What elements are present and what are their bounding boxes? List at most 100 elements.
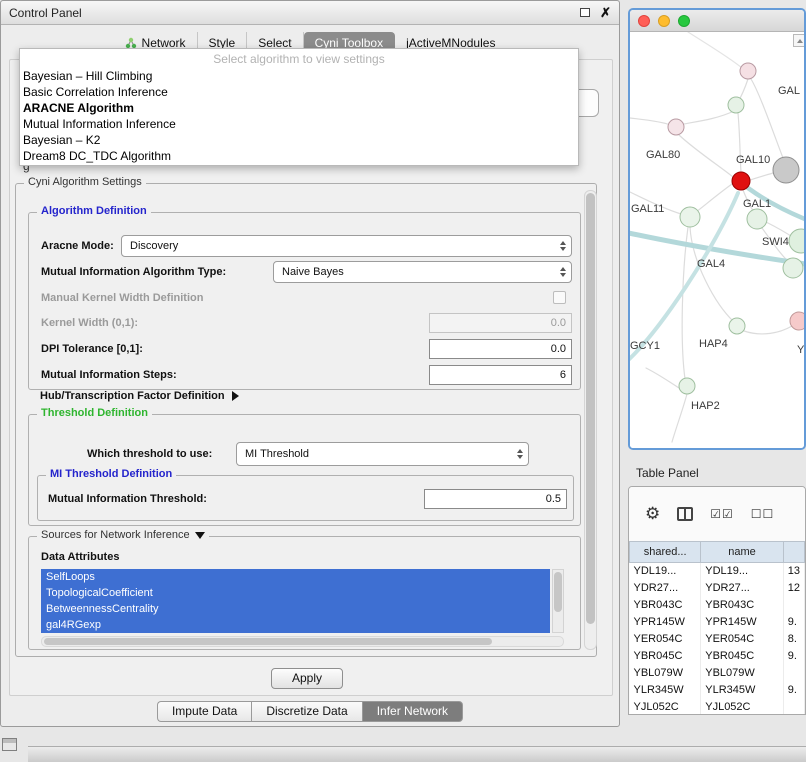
- column-header-name[interactable]: name: [701, 542, 784, 563]
- node-label: SWI4: [762, 236, 789, 248]
- network-node[interactable]: [783, 258, 803, 278]
- table-row[interactable]: YBL079WYBL079W: [630, 665, 805, 682]
- network-node[interactable]: [790, 312, 804, 330]
- network-node[interactable]: [747, 209, 767, 229]
- table-row[interactable]: YER054CYER054C8.: [630, 631, 805, 648]
- network-node[interactable]: [668, 119, 684, 135]
- column-header-shared-name[interactable]: shared...: [630, 542, 701, 563]
- table-cell[interactable]: YBR043C: [630, 597, 701, 614]
- sources-toggle[interactable]: Sources for Network Inference: [37, 529, 209, 541]
- dropdown-item[interactable]: Basic Correlation Inference: [20, 84, 578, 100]
- list-item[interactable]: BetweennessCentrality: [41, 601, 550, 617]
- table-cell[interactable]: [783, 597, 804, 614]
- scrollbar-thumb[interactable]: [44, 638, 492, 645]
- table-row[interactable]: YBR043CYBR043C: [630, 597, 805, 614]
- table-row[interactable]: YDR27...YDR27...12: [630, 580, 805, 597]
- network-node[interactable]: [679, 378, 695, 394]
- table-cell[interactable]: YPR145W: [630, 614, 701, 631]
- column-header-partial[interactable]: [783, 542, 804, 563]
- minimized-panel-icon[interactable]: [2, 738, 17, 751]
- deselect-all-columns-icon[interactable]: ☐☐: [751, 507, 775, 521]
- zoom-button[interactable]: [678, 15, 690, 27]
- network-node[interactable]: [789, 229, 804, 253]
- select-all-columns-icon[interactable]: ☑☑: [710, 507, 734, 521]
- dropdown-item[interactable]: Bayesian – K2: [20, 132, 578, 148]
- which-threshold-label: Which threshold to use:: [87, 448, 212, 460]
- table-cell[interactable]: 8.: [783, 631, 804, 648]
- table-cell[interactable]: YDL19...: [630, 563, 701, 580]
- table-cell[interactable]: 12: [783, 580, 804, 597]
- gear-icon[interactable]: ⚙: [645, 504, 660, 524]
- network-canvas[interactable]: GALGAL80GAL10GAL11GAL1SWI4GAL4GCY1HAP4YH…: [630, 32, 804, 450]
- table-cell[interactable]: YPR145W: [701, 614, 784, 631]
- table-row[interactable]: YJL052CYJL052C: [630, 699, 805, 716]
- network-window-titlebar[interactable]: [630, 10, 804, 32]
- mi-steps-field[interactable]: [429, 365, 572, 385]
- network-node[interactable]: [729, 318, 745, 334]
- table-cell[interactable]: YJL052C: [701, 699, 784, 716]
- node-label: GAL10: [736, 154, 770, 166]
- dropdown-item[interactable]: Mutual Information Inference: [20, 116, 578, 132]
- list-item[interactable]: gal4RGexp: [41, 617, 550, 633]
- list-item[interactable]: SelfLoops: [41, 569, 550, 585]
- table-cell[interactable]: YBL079W: [630, 665, 701, 682]
- table-row[interactable]: YPR145WYPR145W9.: [630, 614, 805, 631]
- window-title: Control Panel: [9, 6, 82, 20]
- settings-vertical-scrollbar[interactable]: [584, 190, 597, 650]
- table-cell[interactable]: YJL052C: [630, 699, 701, 716]
- kernel-width-field[interactable]: [429, 313, 572, 333]
- attribute-list-horizontal-scrollbar[interactable]: [41, 636, 564, 647]
- table-cell[interactable]: YER054C: [701, 631, 784, 648]
- minimize-button[interactable]: [658, 15, 670, 27]
- table-cell[interactable]: YER054C: [630, 631, 701, 648]
- table-cell[interactable]: 13: [783, 563, 804, 580]
- dropdown-item[interactable]: Bayesian – Hill Climbing: [20, 68, 578, 84]
- aracne-mode-combo[interactable]: Discovery: [121, 235, 572, 257]
- table-cell[interactable]: 9.: [783, 648, 804, 665]
- hub-transcription-factor-toggle[interactable]: Hub/Transcription Factor Definition: [40, 390, 239, 402]
- table-cell[interactable]: YBR043C: [701, 597, 784, 614]
- close-icon[interactable]: ✗: [600, 6, 611, 19]
- tab-discretize-data[interactable]: Discretize Data: [251, 701, 361, 722]
- table-cell[interactable]: YDR27...: [630, 580, 701, 597]
- manual-kernel-width-checkbox[interactable]: [553, 291, 566, 304]
- attribute-list-vertical-scrollbar[interactable]: [552, 569, 564, 633]
- mi-algorithm-type-combo[interactable]: Naive Bayes: [273, 261, 572, 283]
- table-cell[interactable]: YBR045C: [630, 648, 701, 665]
- cyni-mode-tab-bar: Impute Data Discretize Data Infer Networ…: [1, 701, 619, 722]
- table-cell[interactable]: 9.: [783, 682, 804, 699]
- table-cell[interactable]: [783, 665, 804, 682]
- table-row[interactable]: YLR345WYLR345W9.: [630, 682, 805, 699]
- table-cell[interactable]: YLR345W: [701, 682, 784, 699]
- network-node[interactable]: [728, 97, 744, 113]
- dpi-tolerance-field[interactable]: [429, 339, 572, 359]
- dropdown-item[interactable]: Dream8 DC_TDC Algorithm: [20, 148, 578, 164]
- which-threshold-combo[interactable]: MI Threshold: [236, 442, 529, 466]
- table-row[interactable]: YBR045CYBR045C9.: [630, 648, 805, 665]
- scrollbar-thumb[interactable]: [586, 193, 595, 624]
- table-cell[interactable]: YDR27...: [701, 580, 784, 597]
- table-row[interactable]: YDL19...YDL19...13: [630, 563, 805, 580]
- network-node[interactable]: [740, 63, 756, 79]
- apply-button[interactable]: Apply: [271, 668, 343, 689]
- columns-icon[interactable]: [677, 507, 693, 521]
- tab-infer-network[interactable]: Infer Network: [362, 701, 463, 722]
- dropdown-item-selected[interactable]: ARACNE Algorithm: [20, 100, 578, 116]
- table-cell[interactable]: YBR045C: [701, 648, 784, 665]
- scrollbar-thumb[interactable]: [554, 572, 562, 612]
- network-node[interactable]: [732, 172, 750, 190]
- list-item[interactable]: TopologicalCoefficient: [41, 585, 550, 601]
- table-cell[interactable]: YLR345W: [630, 682, 701, 699]
- control-panel-titlebar[interactable]: Control Panel ✗: [1, 1, 619, 25]
- table-cell[interactable]: YBL079W: [701, 665, 784, 682]
- table-cell[interactable]: [783, 699, 804, 716]
- scrollbar-up-arrow[interactable]: [793, 34, 806, 47]
- close-button[interactable]: [638, 15, 650, 27]
- table-cell[interactable]: 9.: [783, 614, 804, 631]
- network-node[interactable]: [773, 157, 799, 183]
- mi-threshold-field[interactable]: [424, 489, 567, 509]
- tab-impute-data[interactable]: Impute Data: [157, 701, 251, 722]
- float-window-icon[interactable]: [580, 8, 590, 17]
- table-cell[interactable]: YDL19...: [701, 563, 784, 580]
- network-node[interactable]: [680, 207, 700, 227]
